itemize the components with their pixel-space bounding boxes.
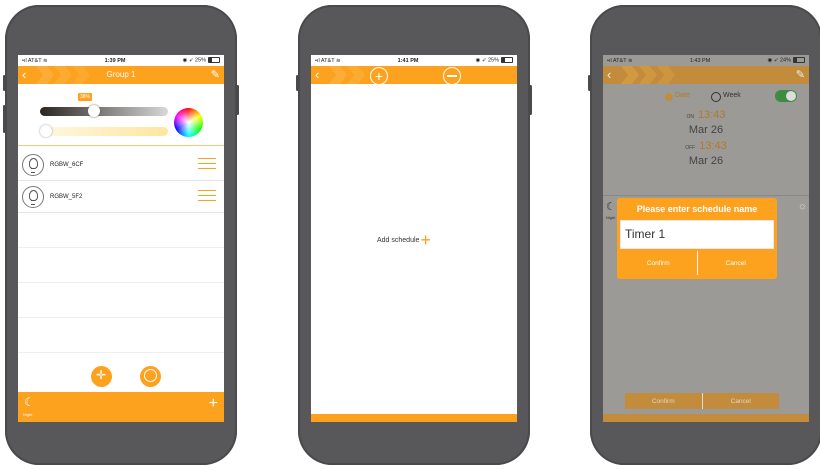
on-time[interactable]: 13:43 [698,109,726,121]
signal-icon: •ıl [315,57,320,64]
signal-icon: •ıl [607,57,612,64]
nav-bar: ‹ ✎ [603,66,809,84]
bulb-icon [22,185,44,208]
brightness-badge: 38% [78,93,93,101]
timer-button[interactable] [140,366,161,387]
screen-2: •ıl AT&T ≋ 1:41 PM ◉ ➶ 25% ‹ + Add sched… [311,55,517,422]
light-name: RGBW_6CF [50,161,84,168]
color-wheel[interactable] [174,108,203,137]
carrier: AT&T [320,57,335,64]
remove-circle-icon[interactable] [443,67,461,85]
globe-icon: ✛ [96,368,107,382]
battery-icon [208,57,220,64]
clock: 1:41 PM [397,57,419,64]
status-bar: •ıl AT&T ≋ 1:43 PM ◉ ➶ 24% [603,55,809,66]
list-item[interactable]: RGBW_6CF [18,149,224,181]
bottom-action-bar: Confirm Cancel [625,393,779,409]
confirm-label: Confirm [651,397,675,405]
brightness-slider-thumb[interactable] [88,105,100,117]
status-bar: •ıl AT&T ≋ 1:39 PM ◉ ➶ 25% [18,55,224,66]
add-schedule-button[interactable]: Add schedule + [377,230,431,250]
dialog-cancel-button[interactable]: Cancel [698,251,775,275]
off-label: OFF [685,145,696,151]
confirm-label: Confirm [646,259,670,267]
location-icon: ◉ ➶ [475,57,487,64]
week-label: Week [723,92,741,99]
moon-icon[interactable]: ☾ [24,395,35,409]
battery-icon [501,57,513,64]
battery-percent: 24% [779,57,791,64]
status-bar: •ıl AT&T ≋ 1:41 PM ◉ ➶ 25% [311,55,517,66]
screen-3: •ıl AT&T ≋ 1:43 PM ◉ ➶ 24% ‹ ✎ Date Week… [603,55,809,422]
page-title: Group 1 [106,70,136,79]
schedule-name-dialog: Please enter schedule name Timer 1 Confi… [617,198,777,279]
off-time[interactable]: 13:43 [699,140,727,152]
plus-icon: + [420,230,431,250]
cancel-label: Cancel [725,259,746,267]
carrier: AT&T [612,57,627,64]
cancel-label: Cancel [730,397,751,405]
date-radio[interactable] [665,93,673,101]
schedule-name-value: Timer 1 [625,227,666,241]
edit-icon[interactable]: ✎ [796,68,805,81]
wifi-icon: ≋ [628,57,633,64]
add-schedule-label: Add schedule [377,236,420,244]
night-label: Night [606,215,616,220]
menu-icon[interactable] [198,158,216,170]
edit-icon[interactable]: ✎ [211,68,220,81]
clock: 1:39 PM [104,57,126,64]
on-label: ON [686,114,694,120]
carrier: AT&T [27,57,42,64]
location-icon: ◉ ➶ [182,57,194,64]
on-date[interactable]: Mar 26 [603,124,809,136]
enable-toggle[interactable] [775,90,797,102]
wifi-icon: ≋ [43,57,48,64]
clock-icon [144,369,157,382]
brightness-slider[interactable] [40,107,168,116]
bulb-icon [22,153,44,176]
confirm-button[interactable]: Confirm [625,393,703,409]
menu-icon[interactable] [198,190,216,202]
nav-bar: ‹ + [311,66,517,85]
back-button[interactable]: ‹ [607,67,611,82]
schedule-name-input[interactable]: Timer 1 [620,220,774,249]
light-name: RGBW_5F2 [50,193,83,200]
phone-2: •ıl AT&T ≋ 1:41 PM ◉ ➶ 25% ‹ + Add sched… [296,5,532,465]
scene-button[interactable]: ✛ [91,366,112,387]
warmth-slider[interactable] [40,127,168,136]
battery-percent: 25% [487,57,499,64]
screen-1: •ıl AT&T ≋ 1:39 PM ◉ ➶ 25% ‹ Group 1 ✎ 3… [18,55,224,422]
signal-icon: •ıl [22,57,27,64]
list-item[interactable]: RGBW_5F2 [18,181,224,213]
clock: 1:43 PM [689,57,711,64]
bottom-bar: ☾ Night + [18,392,224,422]
location-icon: ◉ ➶ [767,57,779,64]
add-icon[interactable]: + [209,395,218,413]
back-button[interactable]: ‹ [315,67,319,82]
warmth-slider-thumb[interactable] [40,125,52,137]
phone-1: •ıl AT&T ≋ 1:39 PM ◉ ➶ 25% ‹ Group 1 ✎ 3… [3,5,239,465]
cancel-button[interactable]: Cancel [703,393,780,409]
bottom-strip [311,414,517,422]
battery-percent: 25% [194,57,206,64]
dialog-confirm-button[interactable]: Confirm [620,251,698,275]
phone-3: •ıl AT&T ≋ 1:43 PM ◉ ➶ 24% ‹ ✎ Date Week… [588,5,820,465]
off-date[interactable]: Mar 26 [603,155,809,167]
bottom-strip [603,414,809,422]
moon-icon[interactable]: ☾ [606,200,616,213]
night-label: Night [23,412,33,417]
nav-bar: ‹ Group 1 ✎ [18,66,224,84]
battery-icon [793,57,805,64]
date-label: Date [675,92,690,99]
wifi-icon: ≋ [336,57,341,64]
sun-icon[interactable]: ☼ [798,201,807,212]
dialog-title: Please enter schedule name [636,204,758,214]
week-radio[interactable] [711,92,721,102]
add-circle-icon[interactable]: + [370,67,388,85]
